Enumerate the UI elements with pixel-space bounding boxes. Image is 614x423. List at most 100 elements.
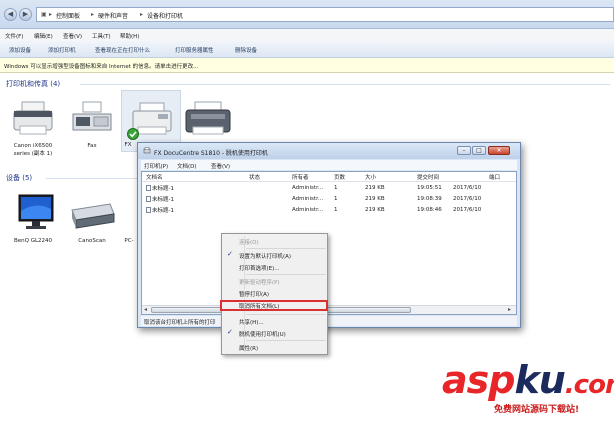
menu-item-properties[interactable]: 属性(R) (239, 344, 258, 352)
doc-pages: 1 (334, 185, 338, 191)
folder-icon: ▣ (41, 11, 47, 18)
doc-owner: Administr... (292, 185, 324, 191)
menu-bar: 文件(F) 编辑(E) 查看(V) 工具(T) 帮助(H) (0, 29, 614, 41)
column-header-owner[interactable]: 所有者 (292, 173, 309, 181)
menu-view[interactable]: 查看(V) (63, 32, 82, 40)
print-queue-window: FX DocuCentre S1810 - 脱机使用打印机 – □ ✕ 打印机(… (137, 142, 521, 328)
doc-name: 未标题-1 (146, 184, 174, 192)
doc-time: 19:08:46 (417, 207, 442, 213)
group-heading-printers[interactable]: 打印机和传真 (4) (6, 79, 60, 89)
printer-fax[interactable]: Fax (62, 95, 122, 165)
doc-time: 19:05:51 (417, 185, 442, 191)
menu-document[interactable]: 文档(D) (177, 162, 197, 170)
doc-name: 未标题-1 (146, 195, 174, 203)
scanner-icon (71, 203, 115, 229)
highlight-box (220, 300, 328, 311)
document-list[interactable]: 文档名 状态 所有者 页数 大小 提交时间 端口 未标题-1 Administr… (141, 171, 517, 315)
doc-size: 219 KB (365, 207, 385, 213)
column-header-name[interactable]: 文档名 (146, 173, 163, 181)
group-divider (80, 84, 610, 85)
monitor-icon (18, 194, 54, 229)
close-button[interactable]: ✕ (488, 146, 510, 155)
printer-icon (185, 101, 231, 135)
menu-item-preferences[interactable]: 打印首选项(E)... (239, 264, 280, 272)
device-label: Canon iX6500 (13, 143, 53, 149)
menu-item-pause-printing[interactable]: 暂停打印(A) (239, 290, 269, 298)
menu-separator (246, 340, 326, 341)
menu-edit[interactable]: 编辑(E) (34, 32, 53, 40)
menu-item-sharing[interactable]: 共享(H)... (239, 318, 264, 326)
fax-icon (72, 101, 112, 131)
device-label: BenQ GL2240 (13, 238, 53, 244)
column-header-port[interactable]: 端口 (489, 173, 500, 181)
back-arrow-icon[interactable]: ◀ (4, 8, 17, 21)
doc-size: 219 KB (365, 185, 385, 191)
print-server-properties-button[interactable]: 打印服务器属性 (175, 46, 214, 54)
default-check-icon (127, 128, 139, 140)
breadcrumb-hardware-sound[interactable]: 硬件和声音 (98, 11, 128, 20)
menu-view[interactable]: 查看(V) (211, 162, 230, 170)
check-icon: ✓ (227, 250, 233, 258)
device-monitor[interactable]: BenQ GL2240 (3, 190, 63, 250)
column-header-size[interactable]: 大小 (365, 173, 376, 181)
group-heading-devices[interactable]: 设备 (5) (6, 173, 32, 183)
printer-small-icon (143, 147, 151, 154)
forward-arrow-icon[interactable]: ▶ (19, 8, 32, 21)
chevron-right-icon: ▸ (140, 11, 144, 18)
group-divider (46, 178, 138, 179)
device-label: series (副本 1) (13, 151, 53, 157)
command-bar: 添加设备 添加打印机 查看现在正在打印什么 打印服务器属性 删除设备 (0, 41, 614, 58)
add-device-button[interactable]: 添加设备 (9, 46, 31, 54)
column-header-pages[interactable]: 页数 (334, 173, 345, 181)
menu-item-use-offline[interactable]: 脱机使用打印机(U) (239, 330, 286, 338)
doc-size: 219 KB (365, 196, 385, 202)
remove-device-button[interactable]: 删除设备 (235, 46, 257, 54)
menu-help[interactable]: 帮助(H) (120, 32, 139, 40)
watermark-brand: aspku.com (442, 358, 614, 402)
window-title: FX DocuCentre S1810 - 脱机使用打印机 (154, 150, 268, 157)
menu-separator (246, 314, 326, 315)
title-bar[interactable]: FX DocuCentre S1810 - 脱机使用打印机 – □ ✕ (138, 143, 520, 159)
doc-date: 2017/6/10 (453, 185, 482, 191)
column-header-status[interactable]: 状态 (249, 173, 260, 181)
doc-date: 2017/6/10 (453, 207, 482, 213)
menu-item-connect[interactable]: 连接(O) (239, 238, 259, 246)
document-icon (146, 196, 151, 202)
doc-owner: Administr... (292, 207, 324, 213)
see-whats-printing-button[interactable]: 查看现在正在打印什么 (95, 46, 150, 54)
context-menu: 连接(O) ✓ 设置为默认打印机(A) 打印首选项(E)... 更新驱动程序(P… (221, 233, 328, 355)
chevron-right-icon: ▸ (91, 11, 95, 18)
menu-file[interactable]: 文件(F) (5, 32, 23, 40)
status-bar: 取消该台打印机上所有的打印 (141, 316, 517, 326)
maximize-button[interactable]: □ (472, 146, 486, 155)
scroll-right-icon[interactable]: ▸ (508, 306, 511, 313)
breadcrumb-control-panel[interactable]: 控制面板 (56, 11, 80, 20)
menu-separator (246, 248, 326, 249)
doc-time: 19:08:39 (417, 196, 442, 202)
menu-item-set-default[interactable]: 设置为默认打印机(A) (239, 252, 291, 260)
menu-item-update-driver[interactable]: 更新驱动程序(P) (239, 278, 280, 286)
add-printer-button[interactable]: 添加打印机 (48, 46, 76, 54)
scroll-left-icon[interactable]: ◂ (144, 306, 147, 313)
watermark-tagline: 免费网站源码下载站! (494, 405, 580, 415)
chevron-right-icon: ▸ (49, 11, 53, 18)
breadcrumb-devices-printers[interactable]: 设备和打印机 (147, 11, 183, 20)
document-icon (146, 185, 151, 191)
address-bar: ◀ ▶ ▣ ▸ 控制面板 ▸ 硬件和声音 ▸ 设备和打印机 (0, 0, 614, 29)
check-icon: ✓ (227, 328, 233, 336)
info-bar[interactable]: Windows 可以显示增强型设备图标和来自 Internet 的信息。请单击进… (0, 58, 614, 73)
address-field[interactable]: ▣ ▸ 控制面板 ▸ 硬件和声音 ▸ 设备和打印机 (36, 7, 614, 22)
menu-printer[interactable]: 打印机(P) (144, 162, 168, 170)
doc-name: 未标题-1 (146, 206, 174, 214)
column-header-submitted[interactable]: 提交时间 (417, 173, 439, 181)
printer-canon[interactable]: Canon iX6500 series (副本 1) (3, 95, 63, 165)
doc-pages: 1 (334, 196, 338, 202)
queue-menu-bar: 打印机(P) 文档(D) 查看(V) (141, 160, 517, 170)
minimize-button[interactable]: – (457, 146, 471, 155)
horizontal-scrollbar[interactable]: ◂ ▸ (142, 305, 516, 314)
watermark-logo: aspku.com 免费网站源码下载站! (442, 358, 614, 420)
menu-tools[interactable]: 工具(T) (92, 32, 111, 40)
document-icon (146, 207, 151, 213)
doc-owner: Administr... (292, 196, 324, 202)
doc-pages: 1 (334, 207, 338, 213)
